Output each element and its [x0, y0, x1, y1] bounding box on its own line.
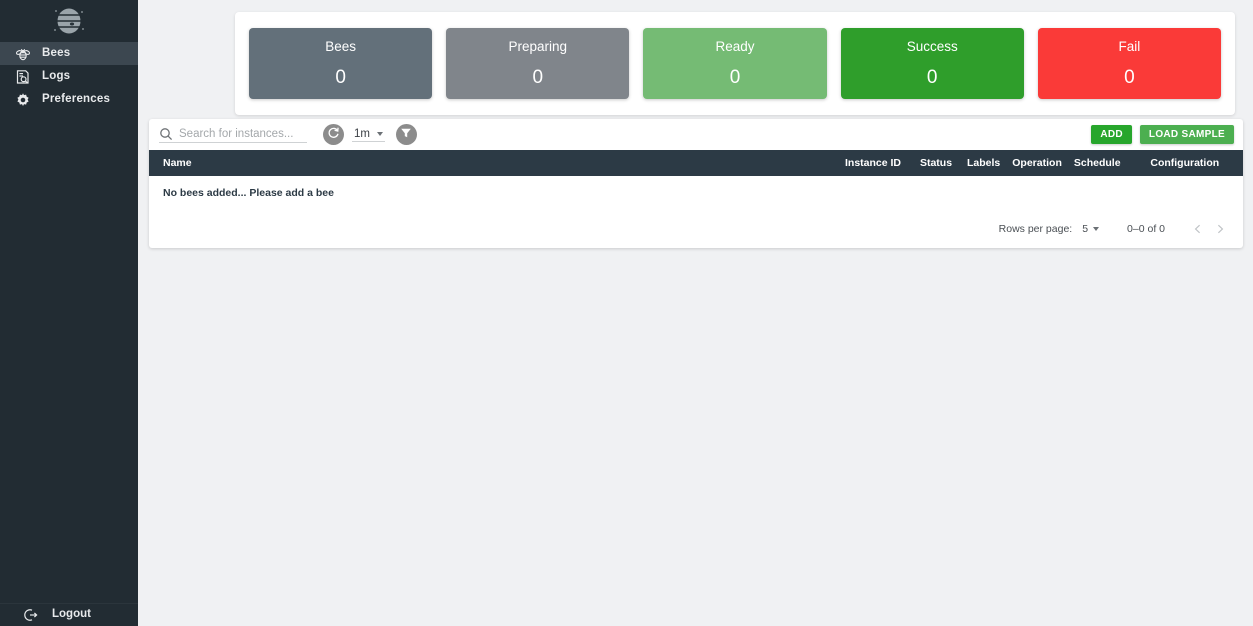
table-toolbar: 1m ADD LOAD SAMPLE [149, 119, 1243, 150]
app-logo [0, 0, 138, 42]
sidebar-item-label: Logs [42, 69, 71, 82]
filter-funnel-icon [400, 126, 412, 144]
empty-state-message: No bees added... Please add a bee [163, 187, 334, 199]
table-pagination: Rows per page: 5 0–0 of 0 [149, 210, 1243, 248]
beehive-logo-icon [54, 8, 84, 34]
column-header-name[interactable]: Name [149, 157, 839, 169]
status-cards-panel: Bees 0 Preparing 0 Ready 0 Success 0 Fai… [235, 12, 1235, 115]
status-card-value: 0 [729, 66, 741, 88]
status-card-label: Fail [1118, 39, 1141, 55]
sidebar-nav: Bees Logs Preferences [0, 42, 138, 111]
rows-per-page-value: 5 [1082, 223, 1089, 235]
sidebar-item-label: Preferences [42, 92, 111, 105]
status-card-success[interactable]: Success 0 [840, 28, 1024, 99]
logout-label: Logout [52, 608, 91, 621]
next-page-button[interactable] [1209, 218, 1231, 240]
status-card-value: 0 [532, 66, 544, 88]
refresh-icon [327, 126, 340, 144]
search-input[interactable] [179, 127, 303, 140]
sidebar-item-preferences[interactable]: Preferences [0, 88, 138, 111]
pagination-range: 0–0 of 0 [1127, 223, 1165, 235]
status-card-label: Ready [715, 39, 755, 55]
logout-button[interactable]: Logout [0, 603, 138, 626]
column-header-instance-id[interactable]: Instance ID [839, 157, 911, 169]
logout-icon [22, 606, 40, 624]
filter-button[interactable] [395, 124, 417, 145]
chevron-right-icon [1217, 224, 1224, 234]
status-card-value: 0 [926, 66, 938, 88]
status-card-bees[interactable]: Bees 0 [249, 28, 433, 99]
chevron-left-icon [1194, 224, 1201, 234]
gear-icon [14, 91, 32, 109]
status-card-ready[interactable]: Ready 0 [643, 28, 827, 99]
refresh-interval-value: 1m [354, 127, 370, 140]
column-header-operation[interactable]: Operation [1006, 157, 1068, 169]
column-header-status[interactable]: Status [911, 157, 961, 169]
refresh-interval-select[interactable]: 1m [352, 128, 385, 142]
status-card-label: Bees [325, 39, 356, 55]
logs-search-icon [14, 68, 32, 86]
status-card-value: 0 [335, 66, 346, 88]
rows-per-page-select[interactable]: 5 [1082, 223, 1100, 235]
search-box[interactable] [159, 127, 307, 143]
refresh-button[interactable] [323, 124, 344, 145]
column-header-labels[interactable]: Labels [961, 157, 1006, 169]
status-card-value: 0 [1124, 66, 1135, 88]
column-header-schedule[interactable]: Schedule [1068, 157, 1127, 169]
main-content: Bees 0 Preparing 0 Ready 0 Success 0 Fai… [138, 0, 1253, 626]
status-card-label: Success [906, 39, 958, 55]
table-header-row: Name Instance ID Status Labels Operation… [149, 150, 1243, 176]
load-sample-button[interactable]: LOAD SAMPLE [1139, 125, 1234, 144]
chevron-down-icon [376, 131, 383, 136]
status-card-fail[interactable]: Fail 0 [1037, 28, 1222, 99]
status-card-label: Preparing [508, 39, 568, 55]
sidebar: Bees Logs Preferences Logout [0, 0, 138, 626]
search-icon [159, 127, 173, 141]
instances-table-card: 1m ADD LOAD SAMPLE Name Instance [149, 119, 1243, 248]
app-root: Bees Logs Preferences Logout Bees 0 Prep… [0, 0, 1253, 626]
sidebar-item-bees[interactable]: Bees [0, 42, 138, 65]
chevron-down-icon [1093, 227, 1100, 231]
bee-icon [14, 45, 32, 63]
add-button[interactable]: ADD [1091, 125, 1132, 144]
previous-page-button[interactable] [1187, 218, 1209, 240]
status-card-preparing[interactable]: Preparing 0 [446, 28, 630, 99]
rows-per-page-label: Rows per page: [998, 223, 1073, 235]
column-header-configuration[interactable]: Configuration [1127, 157, 1243, 169]
sidebar-item-logs[interactable]: Logs [0, 65, 138, 88]
sidebar-item-label: Bees [42, 46, 71, 59]
